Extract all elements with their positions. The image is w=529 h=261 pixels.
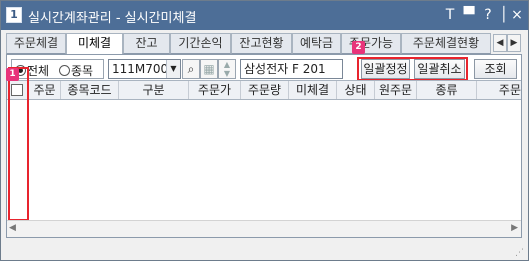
column-header[interactable]: 미체결 <box>289 81 337 99</box>
tab-order-available[interactable]: 주문가능 <box>341 33 401 54</box>
column-header[interactable]: 주문 <box>477 81 521 99</box>
column-header[interactable]: 종목코드 <box>61 81 119 99</box>
tab-unexecuted[interactable]: 미체결 <box>66 33 123 55</box>
inquiry-button[interactable]: 조회 <box>474 59 517 79</box>
content-panel: 전체 종목 111M7000 ▼ ⌕ ▦ ▲ ▼ 삼성전자 F 201 일괄정정 … <box>6 41 522 238</box>
scroll-left-icon[interactable]: ◀ <box>9 223 16 233</box>
scroll-right-icon[interactable]: ▶ <box>511 223 518 233</box>
annotation-badge-2: 2 <box>352 41 365 54</box>
title-bar: 1 실시간계좌관리 - 실시간미체결 T ▀ ? │ × <box>1 1 528 30</box>
app-window: 1 실시간계좌관리 - 실시간미체결 T ▀ ? │ × 주문체결 미체결 잔고… <box>0 0 529 261</box>
tab-order-exec-status[interactable]: 주문체결현황 <box>401 33 491 54</box>
highlight-box-1 <box>8 67 29 221</box>
radio-stock-label: 종목 <box>71 64 94 78</box>
account-select[interactable]: 111M7000 ▼ <box>108 59 181 79</box>
tab-order-execution[interactable]: 주문체결 <box>6 33 66 54</box>
radio-stock[interactable]: 종목 <box>59 62 93 78</box>
tab-next-icon[interactable]: ▶ <box>507 34 521 52</box>
tab-period-pnl[interactable]: 기간손익 <box>170 33 231 54</box>
pin-icon[interactable]: ▀ <box>460 5 478 25</box>
resize-grip-icon[interactable]: ⋰ <box>515 248 525 258</box>
chevron-down-icon[interactable]: ▼ <box>166 60 180 78</box>
stock-code-lock-icon[interactable]: ▦ <box>200 59 218 79</box>
radio-unselected-icon <box>59 65 70 76</box>
horizontal-scrollbar[interactable]: ◀ ▶ <box>7 220 521 237</box>
column-header[interactable]: 주문 <box>29 81 61 99</box>
status-bar: ⋰ <box>1 240 528 260</box>
column-header[interactable]: 상태 <box>337 81 375 99</box>
tab-balance-status[interactable]: 잔고현황 <box>231 33 292 54</box>
highlight-box-2 <box>357 57 468 81</box>
grid-header: 주문 종목코드 구분 주문가 주문량 미체결 상태 원주문 종류 주문 <box>7 80 521 100</box>
tab-deposit[interactable]: 예탁금 <box>292 33 341 54</box>
spin-icon[interactable]: ▲ ▼ <box>218 59 236 79</box>
tab-bar: 주문체결 미체결 잔고 기간손익 잔고현황 예탁금 주문가능 주문체결현황 ◀ … <box>6 33 521 55</box>
annotation-badge-1: 1 <box>6 68 19 81</box>
tab-prev-icon[interactable]: ◀ <box>493 34 507 52</box>
stock-name-field[interactable]: 삼성전자 F 201 <box>240 59 343 79</box>
font-size-icon[interactable]: T <box>441 5 459 25</box>
tab-balance[interactable]: 잔고 <box>123 33 170 54</box>
column-header[interactable]: 주문량 <box>241 81 289 99</box>
window-title: 실시간계좌관리 - 실시간미체결 <box>28 11 197 26</box>
column-header[interactable]: 주문가 <box>189 81 241 99</box>
column-header[interactable]: 구분 <box>119 81 189 99</box>
column-header[interactable]: 종류 <box>417 81 477 99</box>
close-icon[interactable]: × <box>508 5 526 25</box>
column-header[interactable]: 원주문 <box>375 81 417 99</box>
search-icon[interactable]: ⌕ <box>182 59 200 79</box>
radio-all-label: 전체 <box>27 64 50 78</box>
app-icon: 1 <box>6 7 22 23</box>
